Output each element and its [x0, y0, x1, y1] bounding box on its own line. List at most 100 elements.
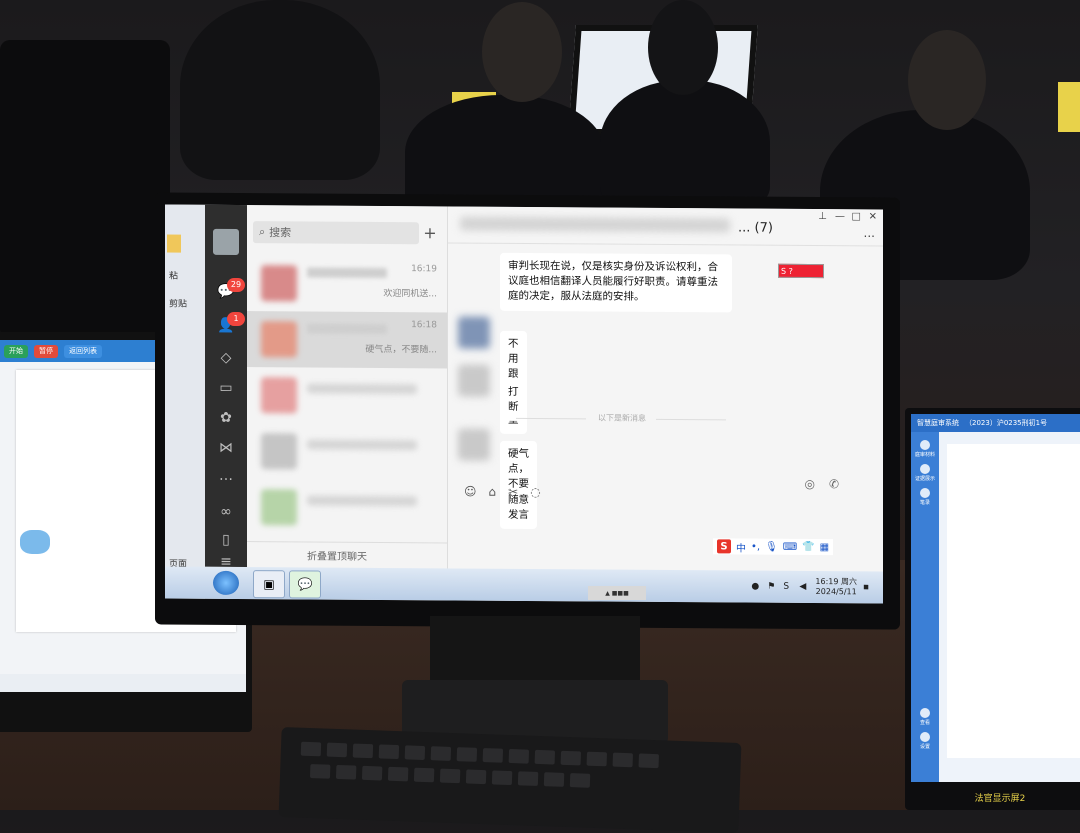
side-item[interactable]: 庭审材料: [914, 440, 936, 458]
search-input[interactable]: ⌕ 搜索: [253, 221, 419, 245]
side-item[interactable]: 查看: [914, 708, 936, 726]
chat-list-item[interactable]: [247, 479, 447, 536]
background-person: [600, 80, 770, 210]
key: [534, 749, 556, 765]
chat-snippet: 欢迎同机送...: [383, 288, 437, 300]
chats-badge: 29: [227, 277, 245, 293]
sogou-logo-icon: S: [717, 539, 731, 554]
clock[interactable]: 16:19 周六 2024/5/11: [815, 577, 857, 597]
wechat-sidebar: 💬 29 👤 1 ◇ ▭ ✿ ⋈ … ∞ ▯ ≡: [205, 204, 247, 570]
key: [413, 767, 435, 783]
side-item[interactable]: 笔录: [914, 488, 936, 506]
key: [439, 768, 461, 784]
live-icon[interactable]: ◎: [804, 477, 814, 491]
show-desktop-icon[interactable]: ▪: [863, 582, 873, 592]
court-system-title: 智慧庭审系统: [917, 419, 959, 427]
flag-icon[interactable]: ⚑: [767, 582, 777, 592]
phone-icon[interactable]: ▯: [217, 531, 235, 549]
pause-button[interactable]: 暂停: [34, 344, 58, 358]
chat-list-item[interactable]: [247, 423, 447, 480]
key: [456, 747, 478, 762]
maximize-icon[interactable]: □: [852, 211, 861, 222]
key: [517, 771, 539, 786]
case-number: （2023）沪0235刑初1号: [965, 419, 1048, 427]
start-button[interactable]: 开始: [4, 344, 28, 358]
windows-taskbar: ▣ 💬 ● ⚑ S ◀ 16:19 周六 2024/5/11 ▪: [165, 566, 883, 604]
keyboard: [278, 727, 742, 833]
miniprogram-icon[interactable]: ∞: [217, 503, 235, 521]
taskbar-app-icon[interactable]: ▣: [253, 570, 285, 599]
key: [560, 750, 582, 766]
fragment-label: 粘: [169, 271, 179, 282]
network-icon[interactable]: ●: [751, 582, 761, 592]
volume-icon[interactable]: ◀: [799, 582, 809, 592]
avatar: [458, 316, 490, 349]
key: [387, 766, 409, 782]
close-icon[interactable]: ✕: [869, 211, 877, 222]
avatar: [261, 265, 297, 302]
chat-icon[interactable]: 💬 29: [217, 277, 245, 301]
ime-language[interactable]: 中: [736, 539, 746, 554]
side-item-label: 庭审材料: [914, 452, 935, 458]
file-icon[interactable]: ⌂: [489, 485, 497, 499]
key: [352, 743, 374, 759]
blurred-text: [307, 495, 417, 507]
search-placeholder: 搜索: [269, 226, 292, 240]
fold-pinned-chats[interactable]: 折叠置顶聊天: [247, 541, 447, 569]
back-to-list-button[interactable]: 返回列表: [64, 344, 102, 358]
side-item[interactable]: 设置: [914, 732, 936, 750]
tools-icon[interactable]: ▦: [820, 542, 829, 553]
key: [430, 746, 452, 761]
chat-header: ... (7) ⊥ — □ ✕ ···: [448, 206, 883, 247]
skin-icon[interactable]: 👕: [802, 541, 814, 552]
new-messages-divider: 以下是新消息: [598, 413, 646, 423]
emoji-icon[interactable]: ☺: [464, 485, 477, 499]
blurred-text: [307, 383, 417, 395]
folder-icon[interactable]: ▭: [217, 379, 235, 397]
minimize-icon[interactable]: —: [835, 211, 845, 222]
more-icon[interactable]: …: [217, 467, 235, 485]
add-button[interactable]: +: [419, 222, 441, 244]
chat-history-icon[interactable]: ◌: [530, 485, 540, 499]
avatar: [458, 253, 490, 285]
right-monitor-screen: 智慧庭审系统 （2023）沪0235刑初1号 庭审材料 证据展示 笔录 查看 设…: [911, 414, 1080, 782]
ime-icon[interactable]: S: [783, 582, 793, 592]
key: [309, 764, 331, 779]
chat-list-item[interactable]: 16:18 硬气点，不要随...: [247, 311, 447, 369]
key: [326, 742, 348, 758]
moments-icon[interactable]: ✿: [217, 409, 235, 427]
clock-date: 2024/5/11: [815, 587, 857, 597]
clipboard-icon: [167, 234, 181, 253]
key: [361, 765, 383, 781]
avatar[interactable]: [213, 228, 239, 255]
key: [300, 741, 322, 757]
side-item[interactable]: 证据展示: [914, 464, 936, 482]
contacts-icon[interactable]: 👤 1: [217, 311, 245, 335]
channels-icon[interactable]: ⋈: [217, 439, 235, 457]
pin-icon[interactable]: ⊥: [818, 211, 827, 222]
ime-toolbar[interactable]: S 中 •, 🎙 ⌨ 👕 ▦: [713, 538, 834, 556]
scissors-icon[interactable]: ✂: [508, 485, 518, 499]
avatar: [261, 433, 297, 470]
background-chair: [0, 40, 170, 340]
monitor-label: 法官显示屏2: [974, 794, 1026, 804]
more-icon[interactable]: ···: [864, 229, 875, 243]
start-button[interactable]: [213, 570, 239, 595]
punctuation-icon[interactable]: •,: [751, 541, 760, 552]
chat-list-item[interactable]: 16:19 欢迎同机送...: [247, 255, 447, 312]
call-icon[interactable]: ✆: [829, 477, 839, 491]
background-person-head: [908, 30, 986, 130]
cube-icon[interactable]: ◇: [217, 349, 235, 367]
background-app-fragment: 粘 剪贴 页面: [165, 204, 205, 599]
right-document: [947, 444, 1080, 758]
fragment-label: 剪贴: [169, 299, 188, 310]
chat-list-item[interactable]: [247, 367, 447, 424]
chat-input-toolbar: ☺ ⌂ ✂ ◌: [464, 485, 541, 500]
keyboard-icon[interactable]: ⌨: [783, 541, 797, 552]
blurred-text: [307, 439, 417, 451]
background-person: [180, 0, 380, 180]
court-system-header: 智慧庭审系统 （2023）沪0235刑初1号: [911, 414, 1080, 432]
evidence-icon: [920, 464, 930, 474]
mic-icon[interactable]: 🎙: [765, 541, 778, 552]
wechat-taskbar-icon[interactable]: 💬: [289, 570, 321, 599]
